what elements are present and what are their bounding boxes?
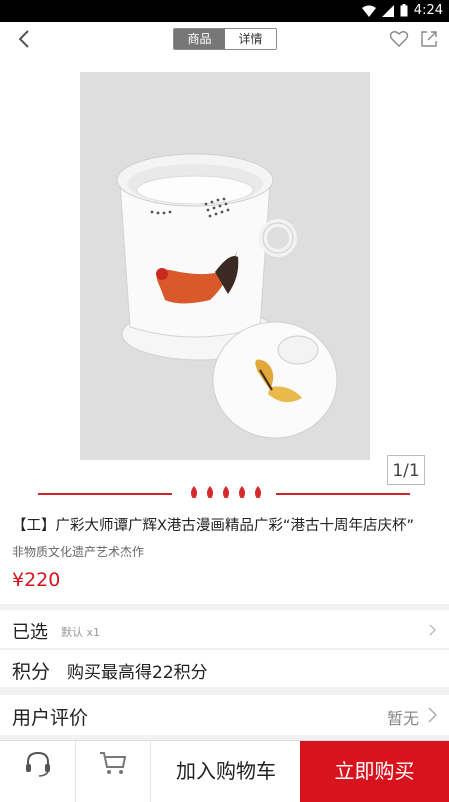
bottom-action-bar: 加入购物车 立即购买 (0, 740, 449, 802)
headset-icon (26, 751, 50, 777)
cart-icon (100, 752, 127, 774)
selected-spec-row[interactable]: 已选 默认 x1 (0, 610, 449, 648)
signal-icon (381, 4, 394, 17)
top-nav-bar: 商品 详情 (0, 22, 449, 58)
decor-divider-left (38, 493, 172, 495)
product-price: ¥220 (12, 569, 61, 591)
product-info: 【工】广彩大师谭广辉X港古漫画精品广彩“港古十周年店庆杯” 非物质文化遗产艺术杰… (0, 498, 449, 604)
buy-now-button[interactable]: 立即购买 (300, 741, 449, 802)
product-title: 【工】广彩大师谭广辉X港古漫画精品广彩“港古十周年店庆杯” (12, 518, 414, 534)
product-subtitle: 非物质文化遗产艺术杰作 (12, 545, 145, 559)
selected-label: 已选 (12, 622, 48, 643)
wifi-icon (361, 5, 376, 17)
chevron-right-icon (429, 624, 436, 636)
tab-details[interactable]: 详情 (225, 29, 276, 49)
product-photo[interactable] (80, 72, 370, 460)
status-time: 4:24 (413, 3, 443, 18)
decor-divider-right (276, 493, 410, 495)
tab-product[interactable]: 商品 (174, 29, 225, 49)
points-value: 购买最高得22积分 (67, 663, 208, 683)
battery-icon (400, 4, 408, 17)
product-detail-tabs: 商品 详情 (173, 28, 277, 50)
points-row: 积分 购买最高得22积分 (0, 649, 449, 687)
selected-value: 默认 x1 (61, 626, 101, 639)
reviews-row[interactable]: 用户评价 暂无 (0, 695, 449, 735)
share-icon[interactable] (419, 29, 439, 49)
product-gallery[interactable]: 1/1 (0, 58, 449, 500)
back-arrow-icon[interactable] (14, 28, 36, 50)
heart-icon[interactable] (389, 29, 409, 49)
points-label: 积分 (12, 661, 51, 683)
image-counter: 1/1 (387, 455, 425, 485)
customer-service-button[interactable] (0, 741, 75, 802)
add-to-cart-button[interactable]: 加入购物车 (150, 741, 301, 802)
chevron-right-icon (428, 707, 437, 723)
cart-button[interactable] (75, 741, 151, 802)
status-bar: 4:24 (0, 0, 449, 22)
reviews-value: 暂无 (386, 709, 419, 728)
reviews-label: 用户评价 (12, 707, 89, 729)
